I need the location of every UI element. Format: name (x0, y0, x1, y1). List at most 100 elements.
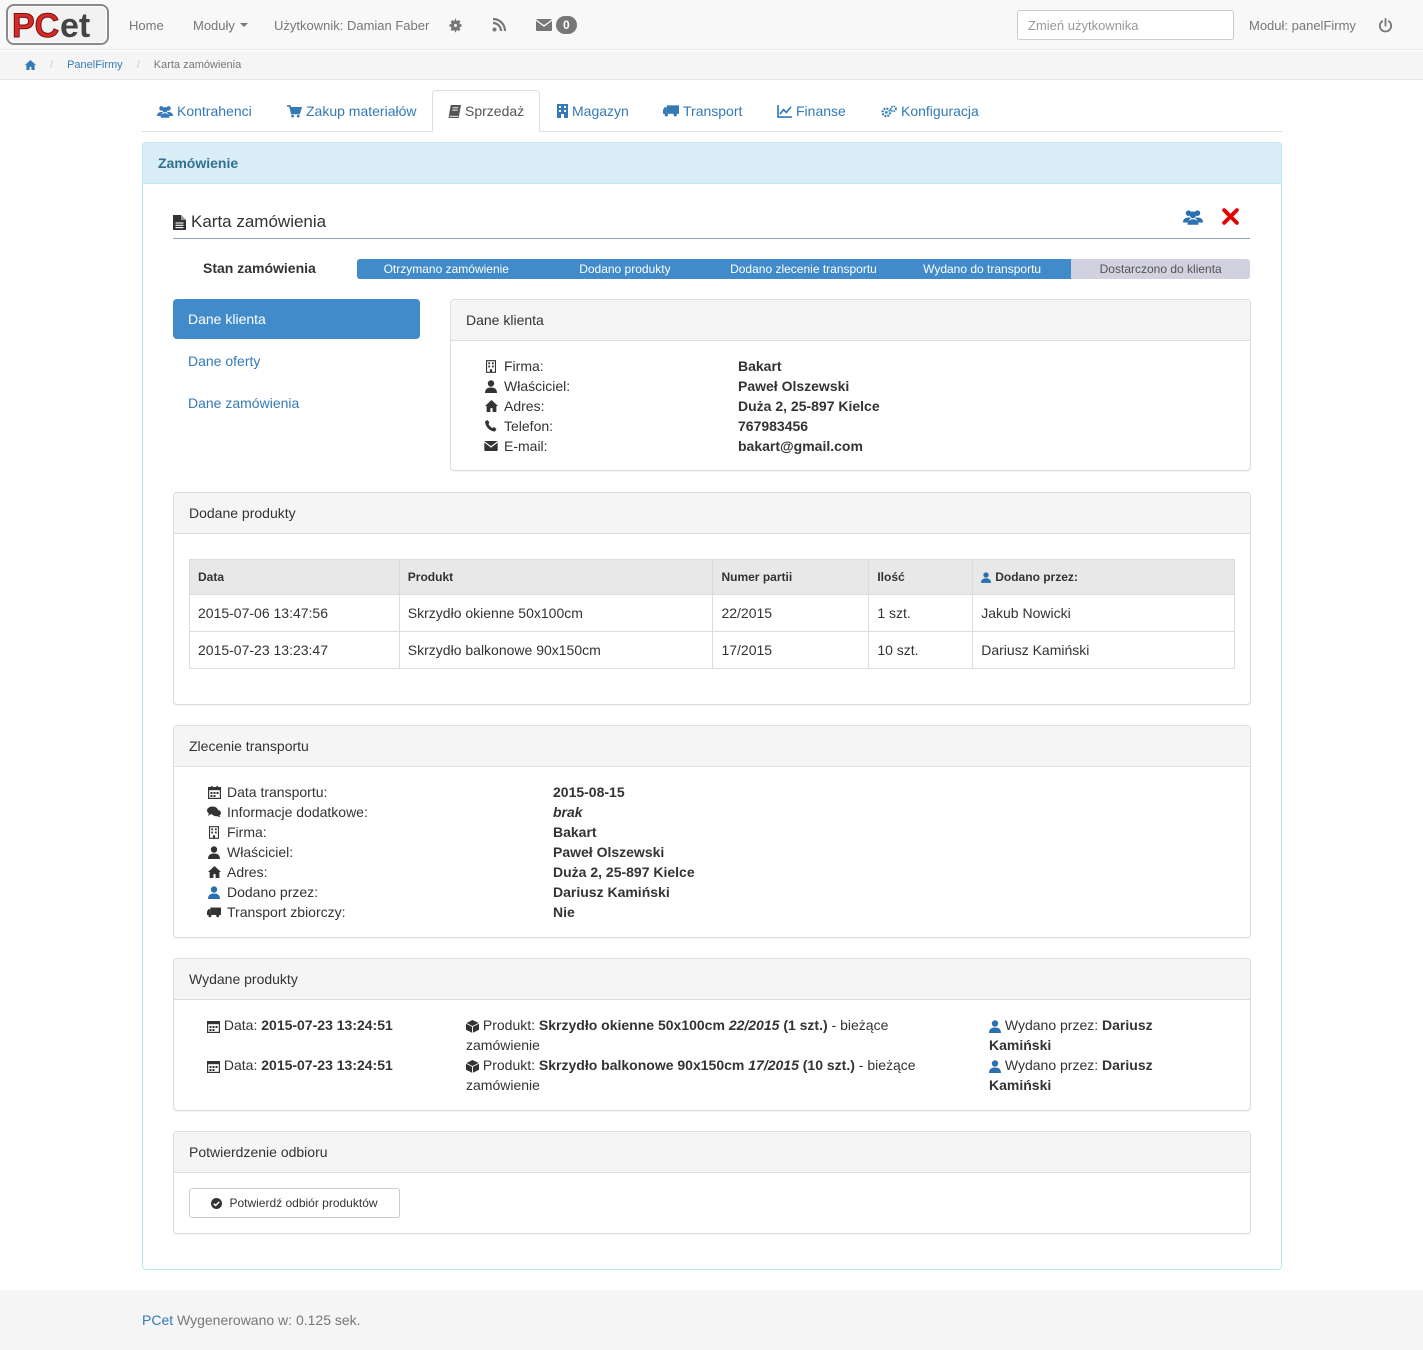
client-value: 767983456 (738, 418, 809, 434)
issued-date-label: Data: (223, 1057, 258, 1073)
nav-user[interactable]: Użytkownik: Damian Faber (274, 0, 429, 50)
breadcrumb: / PanelFirmy / Karta zamówienia (0, 51, 1423, 80)
order-status-progress: Otrzymano zamówienie Dodano produkty Dod… (357, 259, 1250, 279)
transport-key: Firma: (227, 824, 267, 840)
cell-batch: 17/2015 (712, 631, 870, 669)
transport-panel: Zlecenie transportu Data transportu: 201… (173, 725, 1251, 938)
transport-value: Bakart (553, 824, 597, 840)
issued-by-label: Wydano przez: (1004, 1057, 1099, 1073)
breadcrumb-home[interactable] (25, 59, 36, 71)
client-value: Duża 2, 25-897 Kielce (738, 398, 880, 414)
client-value: bakart@gmail.com (738, 438, 863, 454)
messages-button[interactable]: 0 (536, 0, 577, 50)
issued-qty: (1 szt.) (783, 1017, 828, 1033)
side-item-dane-oferty[interactable]: Dane oferty (173, 341, 420, 381)
issued-product-name: Skrzydło balkonowe 90x150cm (538, 1057, 745, 1073)
transport-value: Dariusz Kamiński (553, 884, 670, 900)
status-step-4: Wydano do transportu (923, 262, 1042, 276)
user-icon (484, 379, 498, 393)
envelope-icon (536, 19, 552, 31)
power-icon (1378, 17, 1393, 33)
calendar-icon (207, 1020, 220, 1033)
confirm-receipt-button[interactable]: Potwierdź odbiór produktów (189, 1188, 400, 1218)
cell-date: 2015-07-06 13:47:56 (189, 594, 400, 632)
settings-button[interactable] (448, 0, 463, 50)
pcet-logo[interactable]: PC et (6, 4, 109, 45)
transport-key: Informacje dodatkowe: (227, 804, 368, 820)
client-key: Firma: (504, 358, 544, 374)
nav-home[interactable]: Home (129, 0, 164, 50)
added-products-panel: Dodane produkty Data Produkt Numer parti… (173, 492, 1251, 705)
cell-qty: 1 szt. (868, 594, 974, 632)
client-key: E-mail: (504, 438, 548, 454)
issued-by-label: Wydano przez: (1004, 1017, 1099, 1033)
tab-kontrahenci[interactable]: Kontrahenci (142, 90, 267, 132)
client-row-wlasciciel: Właściciel: Paweł Olszewski (484, 376, 1184, 396)
logo-pc: PC (12, 7, 59, 45)
users-action-icon[interactable] (1183, 209, 1203, 225)
transport-row: Informacje dodatkowe: brak (207, 802, 907, 822)
table-header-row: Data Produkt Numer partii Ilość Dodano p… (189, 559, 1235, 595)
column-header-numer-partii: Numer partii (712, 559, 870, 595)
top-navbar: PC et Home Moduły Użytkownik: Damian Fab… (0, 0, 1423, 50)
issued-product-label: Produkt: (482, 1057, 536, 1073)
client-row-firma: Firma: Bakart (484, 356, 1184, 376)
breadcrumb-separator: / (50, 59, 54, 71)
nav-modules-label: Moduły (193, 17, 235, 33)
document-icon (173, 214, 186, 230)
footer-brand-link[interactable]: PCet (142, 1312, 173, 1328)
tab-transport[interactable]: Transport (648, 90, 757, 132)
switch-user-input[interactable] (1017, 10, 1234, 40)
home-icon (484, 400, 498, 412)
main-tabs: Kontrahenci Zakup materiałów Sprzedaż Ma… (142, 90, 1282, 132)
building-icon (484, 359, 498, 373)
nav-modules-dropdown[interactable]: Moduły (193, 0, 248, 50)
transport-row: Transport zbiorczy: Nie (207, 902, 907, 922)
receipt-panel: Potwierdzenie odbioru Potwierdź odbiór p… (173, 1131, 1251, 1234)
user-icon (207, 845, 221, 859)
tab-magazyn[interactable]: Magazyn (542, 90, 644, 132)
footer: PCet Wygenerowano w: 0.125 sek. (0, 1290, 1423, 1350)
issued-row-by: Wydano przez: Dariusz Kamiński (989, 1015, 1189, 1055)
client-value: Bakart (738, 358, 782, 374)
breadcrumb-panelfirmy[interactable]: PanelFirmy (67, 59, 123, 71)
side-item-dane-zamowienia[interactable]: Dane zamówienia (173, 383, 420, 423)
side-item-dane-klienta[interactable]: Dane klienta (173, 299, 420, 339)
cell-added-by: Dariusz Kamiński (972, 631, 1235, 669)
issued-row-product: Produkt: Skrzydło balkonowe 90x150cm 17/… (466, 1055, 956, 1095)
issued-date: 2015-07-23 13:24:51 (261, 1017, 393, 1033)
table-row: 2015-07-23 13:23:47 Skrzydło balkonowe 9… (189, 631, 1235, 669)
tab-finanse[interactable]: Finanse (762, 90, 861, 132)
issued-date: 2015-07-23 13:24:51 (261, 1057, 393, 1073)
client-row-adres: Adres: Duża 2, 25-897 Kielce (484, 396, 1184, 416)
close-icon[interactable] (1222, 208, 1239, 225)
client-key: Właściciel: (504, 378, 571, 394)
breadcrumb-current: Karta zamówienia (153, 59, 242, 71)
client-details: Firma: Bakart Właściciel: Paweł Olszewsk… (484, 356, 1184, 456)
cell-product: Skrzydło balkonowe 90x150cm (398, 631, 714, 669)
order-card-header: Karta zamówienia (173, 206, 1250, 239)
issued-row-product: Produkt: Skrzydło okienne 50x100cm 22/20… (466, 1015, 956, 1055)
issued-products-panel: Wydane produkty Data: 2015-07-23 13:24:5… (173, 958, 1251, 1111)
transport-key: Właściciel: (227, 844, 294, 860)
issued-date-label: Data: (223, 1017, 258, 1033)
client-row-telefon: Telefon: 767983456 (484, 416, 1184, 436)
check-circle-icon (211, 1197, 223, 1209)
cell-date: 2015-07-23 13:23:47 (189, 631, 400, 669)
tab-zakup-materialow[interactable]: Zakup materiałów (272, 90, 432, 132)
tab-sprzedaz[interactable]: Sprzedaż (432, 90, 541, 132)
column-header-label: Dodano przez: (995, 570, 1078, 584)
issued-qty: (10 szt.) (802, 1057, 855, 1073)
receipt-panel-title: Potwierdzenie odbioru (174, 1132, 1250, 1173)
cube-icon (466, 1059, 479, 1073)
rss-button[interactable] (492, 0, 506, 50)
transport-value: brak (553, 804, 583, 820)
breadcrumb-separator: / (136, 59, 140, 71)
footer-generated: Wygenerowano w: 0.125 sek. (177, 1312, 361, 1328)
side-menu: Dane klienta Dane oferty Dane zamówienia (173, 299, 420, 425)
logout-button[interactable] (1378, 0, 1393, 50)
tab-konfiguracja[interactable]: Konfiguracja (866, 90, 994, 132)
column-header-ilosc: Ilość (868, 559, 974, 595)
card-actions (1183, 208, 1244, 225)
calendar-icon (207, 785, 221, 799)
